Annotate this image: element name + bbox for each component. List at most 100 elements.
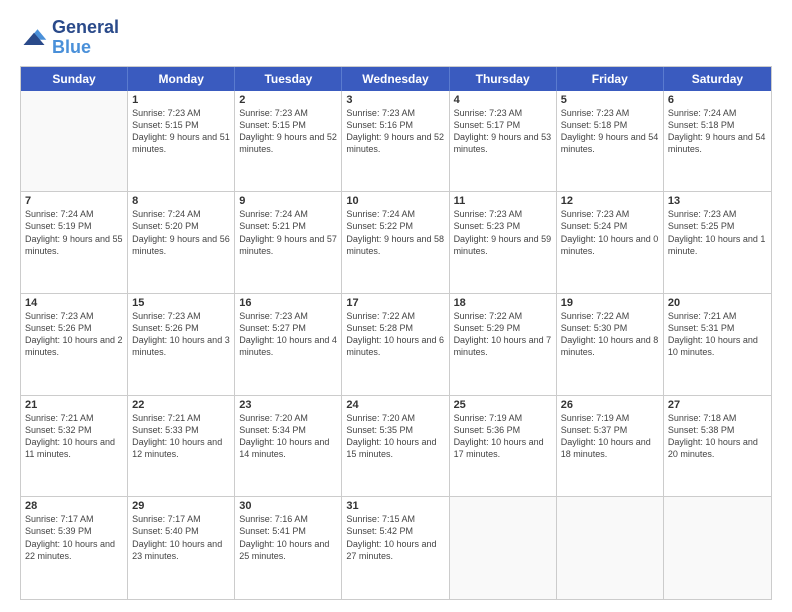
cal-cell: 16Sunrise: 7:23 AMSunset: 5:27 PMDayligh… (235, 294, 342, 395)
day-number: 29 (132, 500, 230, 512)
sunrise-text: Sunrise: 7:19 AM (561, 412, 659, 424)
day-number: 12 (561, 195, 659, 207)
sunrise-text: Sunrise: 7:24 AM (132, 208, 230, 220)
calendar: SundayMondayTuesdayWednesdayThursdayFrid… (20, 66, 772, 600)
sunset-text: Sunset: 5:24 PM (561, 220, 659, 232)
day-number: 18 (454, 297, 552, 309)
day-number: 23 (239, 399, 337, 411)
sunset-text: Sunset: 5:28 PM (346, 322, 444, 334)
sunset-text: Sunset: 5:26 PM (25, 322, 123, 334)
cal-row-1: 1Sunrise: 7:23 AMSunset: 5:15 PMDaylight… (21, 91, 771, 193)
daylight-text: Daylight: 9 hours and 54 minutes. (668, 131, 767, 155)
cal-cell: 8Sunrise: 7:24 AMSunset: 5:20 PMDaylight… (128, 192, 235, 293)
cal-cell: 25Sunrise: 7:19 AMSunset: 5:36 PMDayligh… (450, 396, 557, 497)
cal-cell: 23Sunrise: 7:20 AMSunset: 5:34 PMDayligh… (235, 396, 342, 497)
cal-cell: 6Sunrise: 7:24 AMSunset: 5:18 PMDaylight… (664, 91, 771, 192)
daylight-text: Daylight: 10 hours and 7 minutes. (454, 334, 552, 358)
sunrise-text: Sunrise: 7:15 AM (346, 513, 444, 525)
sunrise-text: Sunrise: 7:22 AM (346, 310, 444, 322)
daylight-text: Daylight: 10 hours and 27 minutes. (346, 538, 444, 562)
daylight-text: Daylight: 9 hours and 59 minutes. (454, 233, 552, 257)
day-number: 4 (454, 94, 552, 106)
cal-cell: 19Sunrise: 7:22 AMSunset: 5:30 PMDayligh… (557, 294, 664, 395)
daylight-text: Daylight: 10 hours and 11 minutes. (25, 436, 123, 460)
cal-cell: 18Sunrise: 7:22 AMSunset: 5:29 PMDayligh… (450, 294, 557, 395)
day-number: 25 (454, 399, 552, 411)
daylight-text: Daylight: 9 hours and 55 minutes. (25, 233, 123, 257)
sunrise-text: Sunrise: 7:20 AM (239, 412, 337, 424)
daylight-text: Daylight: 9 hours and 56 minutes. (132, 233, 230, 257)
cal-cell: 2Sunrise: 7:23 AMSunset: 5:15 PMDaylight… (235, 91, 342, 192)
sunset-text: Sunset: 5:32 PM (25, 424, 123, 436)
daylight-text: Daylight: 10 hours and 12 minutes. (132, 436, 230, 460)
cal-row-5: 28Sunrise: 7:17 AMSunset: 5:39 PMDayligh… (21, 497, 771, 599)
cal-cell: 7Sunrise: 7:24 AMSunset: 5:19 PMDaylight… (21, 192, 128, 293)
header-day-wednesday: Wednesday (342, 67, 449, 91)
cal-cell: 22Sunrise: 7:21 AMSunset: 5:33 PMDayligh… (128, 396, 235, 497)
daylight-text: Daylight: 10 hours and 0 minutes. (561, 233, 659, 257)
day-number: 5 (561, 94, 659, 106)
cal-cell: 29Sunrise: 7:17 AMSunset: 5:40 PMDayligh… (128, 497, 235, 599)
cal-cell: 11Sunrise: 7:23 AMSunset: 5:23 PMDayligh… (450, 192, 557, 293)
sunset-text: Sunset: 5:40 PM (132, 525, 230, 537)
day-number: 26 (561, 399, 659, 411)
cal-row-2: 7Sunrise: 7:24 AMSunset: 5:19 PMDaylight… (21, 192, 771, 294)
daylight-text: Daylight: 10 hours and 1 minute. (668, 233, 767, 257)
day-number: 16 (239, 297, 337, 309)
daylight-text: Daylight: 9 hours and 52 minutes. (239, 131, 337, 155)
day-number: 15 (132, 297, 230, 309)
daylight-text: Daylight: 9 hours and 52 minutes. (346, 131, 444, 155)
cal-cell: 17Sunrise: 7:22 AMSunset: 5:28 PMDayligh… (342, 294, 449, 395)
daylight-text: Daylight: 9 hours and 57 minutes. (239, 233, 337, 257)
sunrise-text: Sunrise: 7:17 AM (132, 513, 230, 525)
sunrise-text: Sunrise: 7:16 AM (239, 513, 337, 525)
sunset-text: Sunset: 5:29 PM (454, 322, 552, 334)
daylight-text: Daylight: 10 hours and 3 minutes. (132, 334, 230, 358)
sunset-text: Sunset: 5:22 PM (346, 220, 444, 232)
sunset-text: Sunset: 5:33 PM (132, 424, 230, 436)
sunrise-text: Sunrise: 7:23 AM (346, 107, 444, 119)
cal-cell (450, 497, 557, 599)
day-number: 1 (132, 94, 230, 106)
cal-cell: 1Sunrise: 7:23 AMSunset: 5:15 PMDaylight… (128, 91, 235, 192)
logo-icon (20, 24, 48, 52)
sunset-text: Sunset: 5:16 PM (346, 119, 444, 131)
sunrise-text: Sunrise: 7:24 AM (668, 107, 767, 119)
day-number: 2 (239, 94, 337, 106)
calendar-body: 1Sunrise: 7:23 AMSunset: 5:15 PMDaylight… (21, 91, 771, 599)
sunset-text: Sunset: 5:18 PM (668, 119, 767, 131)
cal-cell: 5Sunrise: 7:23 AMSunset: 5:18 PMDaylight… (557, 91, 664, 192)
sunset-text: Sunset: 5:34 PM (239, 424, 337, 436)
day-number: 31 (346, 500, 444, 512)
day-number: 6 (668, 94, 767, 106)
sunset-text: Sunset: 5:18 PM (561, 119, 659, 131)
cal-cell: 30Sunrise: 7:16 AMSunset: 5:41 PMDayligh… (235, 497, 342, 599)
sunrise-text: Sunrise: 7:18 AM (668, 412, 767, 424)
daylight-text: Daylight: 10 hours and 25 minutes. (239, 538, 337, 562)
day-number: 14 (25, 297, 123, 309)
sunset-text: Sunset: 5:19 PM (25, 220, 123, 232)
sunrise-text: Sunrise: 7:24 AM (25, 208, 123, 220)
sunset-text: Sunset: 5:37 PM (561, 424, 659, 436)
cal-cell (21, 91, 128, 192)
cal-cell: 10Sunrise: 7:24 AMSunset: 5:22 PMDayligh… (342, 192, 449, 293)
header-day-friday: Friday (557, 67, 664, 91)
sunset-text: Sunset: 5:36 PM (454, 424, 552, 436)
cal-cell: 26Sunrise: 7:19 AMSunset: 5:37 PMDayligh… (557, 396, 664, 497)
header-day-tuesday: Tuesday (235, 67, 342, 91)
cal-cell: 14Sunrise: 7:23 AMSunset: 5:26 PMDayligh… (21, 294, 128, 395)
cal-cell: 3Sunrise: 7:23 AMSunset: 5:16 PMDaylight… (342, 91, 449, 192)
cal-cell: 13Sunrise: 7:23 AMSunset: 5:25 PMDayligh… (664, 192, 771, 293)
sunrise-text: Sunrise: 7:23 AM (561, 107, 659, 119)
daylight-text: Daylight: 10 hours and 4 minutes. (239, 334, 337, 358)
cal-row-4: 21Sunrise: 7:21 AMSunset: 5:32 PMDayligh… (21, 396, 771, 498)
day-number: 20 (668, 297, 767, 309)
header: General Blue (20, 18, 772, 58)
sunrise-text: Sunrise: 7:23 AM (668, 208, 767, 220)
cal-cell: 9Sunrise: 7:24 AMSunset: 5:21 PMDaylight… (235, 192, 342, 293)
sunset-text: Sunset: 5:23 PM (454, 220, 552, 232)
day-number: 30 (239, 500, 337, 512)
day-number: 19 (561, 297, 659, 309)
daylight-text: Daylight: 10 hours and 15 minutes. (346, 436, 444, 460)
sunrise-text: Sunrise: 7:23 AM (132, 310, 230, 322)
